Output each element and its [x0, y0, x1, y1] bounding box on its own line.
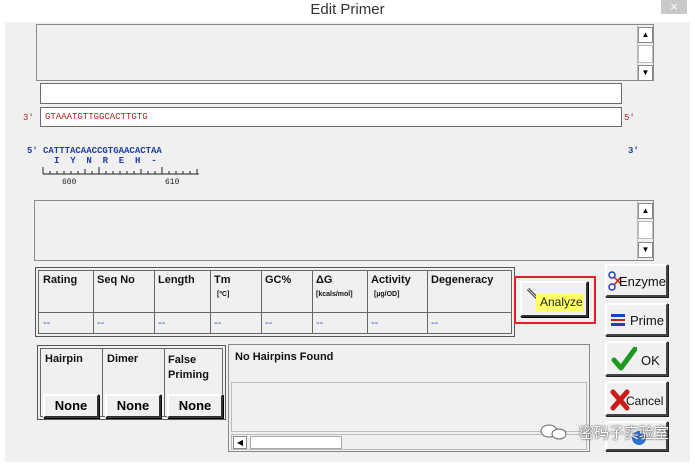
false-priming-none-button[interactable]: None [167, 394, 223, 418]
chat-bubbles-icon [540, 424, 567, 440]
col-seqno-header: Seq No [97, 274, 135, 286]
analyze-label: Analyze [540, 295, 583, 309]
template-sequence: CATTTACAACCGTGAACACTAA [43, 146, 162, 156]
dimer-header: Dimer [107, 353, 139, 365]
primer-sequence-text: GTAAATGTTGGCACTTGTG [45, 112, 148, 122]
prime-button[interactable]: Prime [605, 303, 668, 336]
col-activity-header: Activity [371, 274, 411, 286]
ok-label: OK [641, 353, 660, 368]
description-textarea[interactable]: ▲ ▼ [36, 24, 654, 81]
hairpin-drawing-area [231, 382, 587, 432]
scroll-left-icon[interactable]: ◀ [233, 436, 247, 449]
gc-value: -- [265, 317, 273, 329]
ruler-label-600: 600 [62, 178, 77, 187]
notes-scrollbar[interactable]: ▲ ▼ [637, 201, 653, 260]
description-scrollbar[interactable]: ▲ ▼ [637, 25, 653, 81]
dg-value: -- [316, 317, 324, 329]
col-activity-unit: [µg/OD] [374, 291, 400, 298]
scroll-up-icon[interactable]: ▲ [638, 27, 653, 43]
scroll-thumb[interactable] [638, 45, 653, 63]
hairpin-status-text: No Hairpins Found [235, 351, 334, 363]
analyze-button[interactable]: Analyze [520, 281, 588, 317]
cancel-button[interactable]: Cancel [605, 381, 668, 416]
col-tm-header: Tm [214, 274, 231, 286]
scroll-thumb[interactable] [250, 436, 342, 449]
col-length-header: Length [158, 274, 195, 286]
col-dg-header: ΔG [316, 274, 333, 286]
enzyme-label: Enzyme [619, 274, 666, 289]
degeneracy-value: -- [431, 317, 439, 329]
edit-primer-dialog: ▲ ▼ 3' GTAAATGTTGGCACTTGTG 5' 5' CATTTAC… [5, 22, 690, 462]
primer-sequence-input[interactable]: GTAAATGTTGGCACTTGTG [40, 107, 622, 127]
checkmark-icon [611, 347, 637, 371]
primer-3prime-label: 3' [23, 113, 34, 123]
dimer-none-button[interactable]: None [105, 394, 161, 418]
scroll-up-icon[interactable]: ▲ [638, 203, 653, 219]
primer-icon [611, 314, 625, 326]
window-title: Edit Primer [310, 1, 385, 18]
title-bar: Edit Primer × [0, 0, 695, 22]
template-3prime-label: 3' [628, 146, 639, 156]
ok-button[interactable]: OK [605, 341, 668, 376]
scroll-down-icon[interactable]: ▼ [638, 242, 653, 258]
cancel-label: Cancel [626, 394, 664, 408]
rating-value: -- [43, 317, 51, 329]
watermark-text: 密码子实验室 [579, 425, 670, 442]
tm-value: -- [214, 317, 222, 329]
hairpin-hscrollbar[interactable]: ◀ [231, 434, 587, 450]
sequence-ruler [42, 167, 199, 175]
enzyme-button[interactable]: Enzyme [605, 264, 668, 297]
ruler-label-610: 610 [165, 178, 180, 187]
col-dg-unit: [kcals/mol] [316, 291, 353, 298]
notes-textarea[interactable]: ▲ ▼ [34, 200, 654, 261]
col-degeneracy-header: Degeneracy [431, 274, 494, 286]
scroll-down-icon[interactable]: ▼ [638, 65, 653, 81]
hairpin-status-panel: No Hairpins Found ◀ [228, 344, 590, 452]
template-5prime-label: 5' [27, 146, 38, 156]
prime-label: Prime [630, 313, 664, 328]
col-gc-header: GC% [265, 274, 292, 286]
activity-value: -- [371, 317, 379, 329]
scroll-thumb[interactable] [638, 221, 653, 239]
hairpin-header: Hairpin [45, 353, 83, 365]
primer-name-field[interactable] [40, 83, 622, 104]
col-tm-unit: [ºC] [217, 291, 230, 298]
results-table: Rating Seq No Length Tm [ºC] GC% ΔG [kca… [35, 267, 515, 337]
secondary-structure-table: Hairpin Dimer False Priming None None No… [37, 345, 226, 420]
seqno-value: -- [97, 317, 105, 329]
length-value: -- [158, 317, 166, 329]
col-rating-header: Rating [43, 274, 78, 286]
primer-5prime-label: 5' [624, 113, 635, 123]
hairpin-none-button[interactable]: None [43, 394, 99, 418]
false-priming-header: False Priming [168, 354, 209, 381]
close-icon[interactable]: × [661, 0, 687, 14]
